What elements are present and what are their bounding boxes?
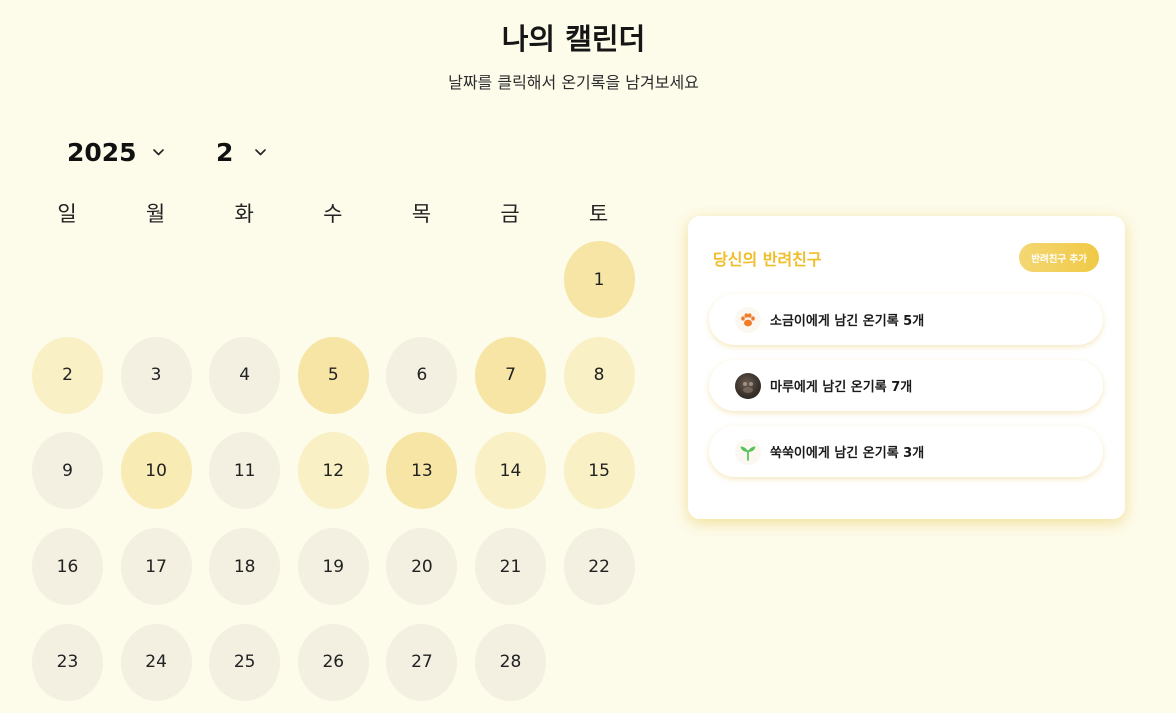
pet-item-maru[interactable]: 마루에게 남긴 온기록 7개 xyxy=(709,360,1103,411)
page-title: 나의 캘린더 xyxy=(501,22,646,56)
calendar-day[interactable]: 6 xyxy=(386,336,458,414)
calendar-day[interactable]: 22 xyxy=(563,528,635,606)
pet-item-label: 소금이에게 남긴 온기록 5개 xyxy=(770,314,925,329)
pet-item-ssukssuk[interactable]: 쑥쑥이에게 남긴 온기록 3개 xyxy=(709,426,1103,477)
calendar-day[interactable]: 15 xyxy=(563,432,635,510)
add-pet-button[interactable]: 반려친구 추가 xyxy=(1019,243,1099,272)
calendar-day[interactable]: 2 xyxy=(32,336,103,414)
weekday-label: 일 xyxy=(57,202,77,226)
calendar-day[interactable]: 13 xyxy=(386,432,458,510)
calendar-page: 나의 캘린더 날짜를 클릭해서 온기록을 남겨보세요 2025 2 당신의 반려… xyxy=(0,0,1176,713)
calendar-day[interactable]: 14 xyxy=(475,432,546,510)
pet-panel: 당신의 반려친구 반려친구 추가 소금이에게 남긴 온기록 5개 마루에게 남긴… xyxy=(688,216,1125,519)
calendar-day[interactable]: 18 xyxy=(209,528,281,606)
weekday-label: 월 xyxy=(145,202,166,226)
calendar-day[interactable]: 27 xyxy=(386,623,458,701)
weekday-label: 토 xyxy=(588,202,609,226)
weekday-label: 목 xyxy=(411,202,432,226)
calendar-day[interactable]: 19 xyxy=(297,528,369,606)
paw-icon xyxy=(735,306,761,333)
calendar-day[interactable]: 9 xyxy=(32,432,103,510)
month-select[interactable]: 2 xyxy=(216,134,267,170)
calendar-day[interactable]: 3 xyxy=(120,336,192,414)
calendar-day[interactable]: 5 xyxy=(297,336,369,414)
calendar-day[interactable]: 7 xyxy=(475,336,546,414)
pet-item-label: 쑥쑥이에게 남긴 온기록 3개 xyxy=(770,446,925,461)
sprout-icon xyxy=(735,438,761,465)
weekday-label: 수 xyxy=(323,202,343,226)
calendar-day[interactable]: 26 xyxy=(297,623,369,701)
pet-item-sogeum[interactable]: 소금이에게 남긴 온기록 5개 xyxy=(709,294,1103,345)
chevron-down-icon xyxy=(255,141,267,160)
calendar-day[interactable]: 11 xyxy=(209,432,281,510)
calendar-day[interactable]: 8 xyxy=(563,336,635,414)
calendar-day[interactable]: 24 xyxy=(120,623,192,701)
calendar-day[interactable]: 25 xyxy=(209,623,281,701)
calendar-day[interactable]: 20 xyxy=(386,528,458,606)
calendar-day[interactable]: 16 xyxy=(32,528,103,606)
pet-item-label: 마루에게 남긴 온기록 7개 xyxy=(770,380,913,395)
calendar-day[interactable]: 21 xyxy=(475,528,546,606)
page-subtitle: 날짜를 클릭해서 온기록을 남겨보세요 xyxy=(448,73,699,92)
calendar-day[interactable]: 28 xyxy=(475,623,546,701)
calendar-day[interactable]: 10 xyxy=(120,432,192,510)
calendar-day[interactable]: 23 xyxy=(32,623,103,701)
chevron-down-icon xyxy=(152,141,164,160)
pet-panel-title: 당신의 반려친구 xyxy=(713,250,822,269)
year-value: 2025 xyxy=(67,137,137,167)
weekday-label: 화 xyxy=(234,202,254,226)
calendar-day[interactable]: 4 xyxy=(209,336,281,414)
month-value: 2 xyxy=(216,137,234,167)
calendar-day[interactable]: 17 xyxy=(120,528,192,606)
year-select[interactable]: 2025 xyxy=(67,134,164,170)
pet-photo-avatar xyxy=(735,372,761,399)
calendar-day[interactable]: 1 xyxy=(563,241,635,318)
calendar-day[interactable]: 12 xyxy=(297,432,369,510)
weekday-label: 금 xyxy=(500,202,520,226)
